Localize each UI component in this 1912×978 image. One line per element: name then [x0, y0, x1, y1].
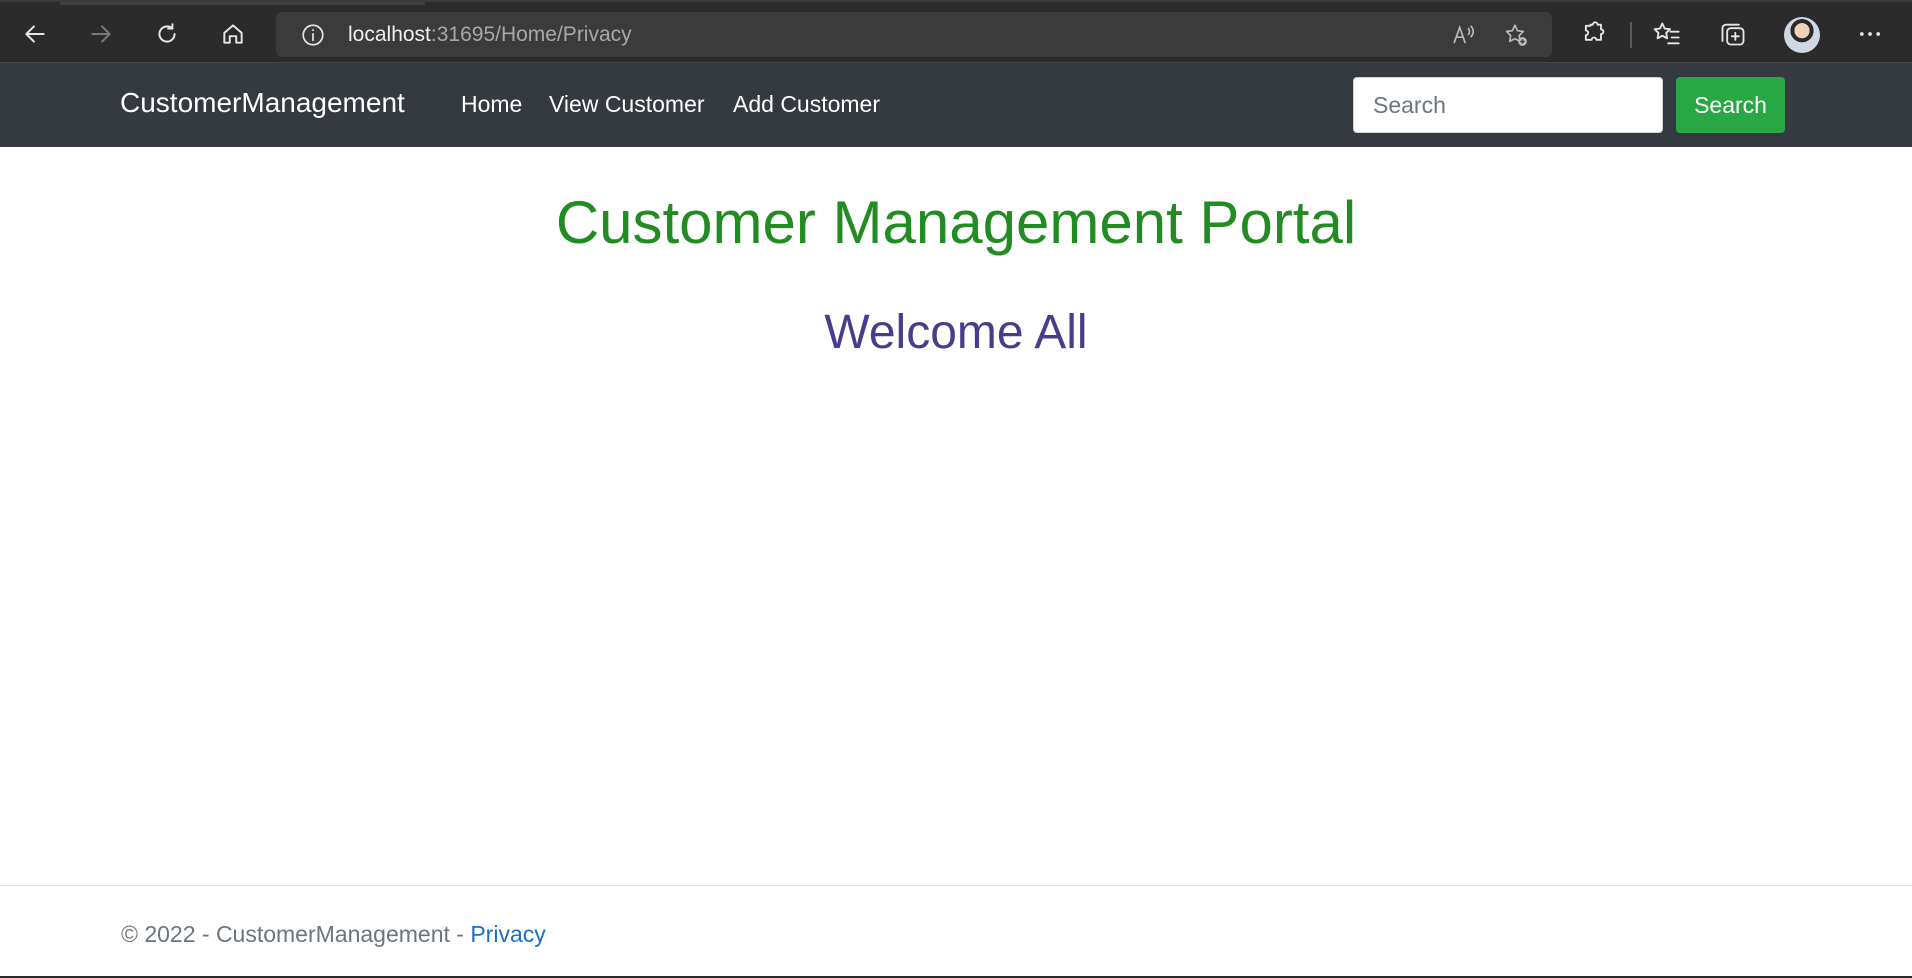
welcome-heading: Welcome All — [824, 306, 1088, 359]
forward-arrow-icon — [91, 25, 111, 43]
refresh-button[interactable] — [149, 16, 185, 52]
collections-icon — [1721, 23, 1745, 46]
home-button[interactable] — [215, 16, 251, 52]
tabstrip-edge — [60, 2, 425, 5]
favorites-button[interactable] — [1650, 17, 1684, 51]
home-icon — [223, 24, 243, 44]
nav-link-home[interactable]: Home — [461, 91, 522, 118]
add-favorite-icon — [1505, 24, 1527, 46]
collections-button[interactable] — [1716, 17, 1750, 51]
more-icon — [1859, 32, 1881, 36]
favorites-icon — [1653, 22, 1680, 45]
search-button[interactable]: Search — [1676, 77, 1785, 133]
back-button[interactable] — [17, 16, 53, 52]
search-input[interactable] — [1353, 77, 1663, 133]
read-aloud-icon — [1453, 25, 1475, 44]
toolbar-separator — [1630, 22, 1632, 48]
browser-toolbar: localhost:31695/Home/Privacy — [0, 0, 1912, 63]
url-path: :31695/Home/Privacy — [430, 23, 632, 46]
info-icon[interactable] — [300, 22, 326, 48]
url-text[interactable]: localhost:31695/Home/Privacy — [348, 23, 632, 47]
address-bar[interactable]: localhost:31695/Home/Privacy — [276, 12, 1552, 57]
extensions-icon — [1584, 21, 1605, 41]
refresh-icon — [158, 23, 176, 43]
back-arrow-icon — [25, 25, 45, 43]
nav-link-view-customer[interactable]: View Customer — [549, 91, 705, 118]
page-title: Customer Management Portal — [555, 189, 1357, 256]
nav-link-add-customer[interactable]: Add Customer — [733, 91, 880, 118]
footer-copyright: © 2022 - CustomerManagement - — [121, 921, 471, 947]
add-favorite-button[interactable] — [1502, 21, 1530, 49]
brand-link[interactable]: CustomerManagement — [120, 87, 405, 119]
profile-avatar[interactable] — [1784, 17, 1820, 53]
footer-text: © 2022 - CustomerManagement - Privacy — [121, 921, 546, 948]
app-navbar: CustomerManagement Home View Customer Ad… — [0, 63, 1912, 147]
forward-button[interactable] — [83, 16, 119, 52]
url-host: localhost — [348, 23, 431, 46]
read-aloud-button[interactable] — [1450, 21, 1478, 49]
footer: © 2022 - CustomerManagement - Privacy — [0, 885, 1912, 976]
more-button[interactable] — [1853, 17, 1887, 51]
extensions-button[interactable] — [1577, 17, 1611, 51]
footer-privacy-link[interactable]: Privacy — [470, 921, 545, 947]
